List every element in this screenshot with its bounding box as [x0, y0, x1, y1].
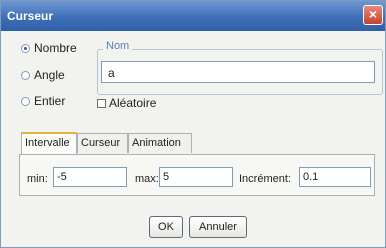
slider-dialog: Curseur × Nombre Angle Entier Nom a Aléa… [0, 0, 386, 248]
close-button[interactable]: × [363, 5, 383, 25]
radio-label: Entier [34, 94, 66, 108]
radio-angle[interactable]: Angle [21, 68, 65, 82]
checkbox-icon [97, 98, 106, 108]
increment-label: Incrément: [239, 173, 291, 185]
radio-icon [21, 43, 30, 53]
random-label: Aléatoire [109, 96, 157, 110]
title-bar[interactable]: Curseur × [1, 1, 385, 31]
tab-intervalle[interactable]: Intervalle [21, 132, 77, 154]
radio-icon [21, 70, 30, 80]
min-input[interactable]: -5 [53, 167, 127, 187]
tab-curseur[interactable]: Curseur [77, 133, 128, 153]
max-label: max: [135, 173, 159, 185]
radio-label: Angle [34, 68, 65, 82]
name-legend: Nom [103, 40, 133, 52]
tab-label: Intervalle [25, 137, 70, 149]
radio-label: Nombre [34, 41, 77, 55]
dialog-title: Curseur [7, 9, 54, 23]
cancel-button[interactable]: Annuler [189, 216, 247, 238]
increment-input[interactable]: 0.1 [299, 167, 371, 187]
random-checkbox[interactable]: Aléatoire [97, 96, 156, 110]
tab-animation[interactable]: Animation [128, 133, 192, 153]
max-input[interactable]: 5 [159, 167, 233, 187]
radio-icon [21, 96, 30, 106]
name-input[interactable]: a [101, 61, 375, 83]
ok-button[interactable]: OK [149, 216, 183, 238]
radio-entier[interactable]: Entier [21, 94, 65, 108]
radio-nombre[interactable]: Nombre [21, 41, 77, 55]
min-label: min: [27, 173, 48, 185]
tab-label: Curseur [81, 137, 121, 149]
tab-label: Animation [132, 137, 181, 149]
